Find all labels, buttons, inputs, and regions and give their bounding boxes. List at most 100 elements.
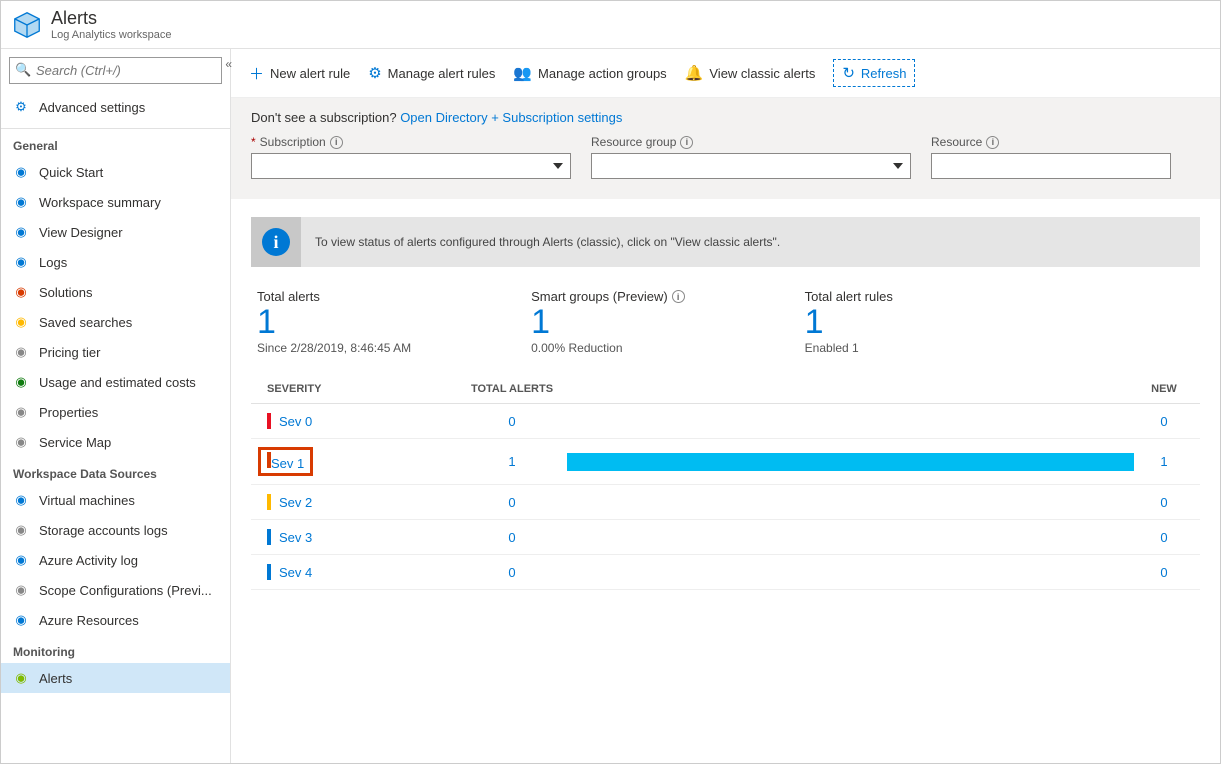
refresh-icon: ↻ xyxy=(842,64,855,82)
severity-link[interactable]: Sev 0 xyxy=(279,414,312,429)
new-alerts-cell: 1 xyxy=(1134,454,1194,469)
solutions-icon: ◉ xyxy=(13,284,29,300)
plus-icon: ＋ xyxy=(249,63,264,84)
sidebar-item-service-map[interactable]: ◉Service Map xyxy=(1,427,230,457)
cube-icon: ◉ xyxy=(13,612,29,628)
stat-total-alerts[interactable]: Total alerts 1 Since 2/28/2019, 8:46:45 … xyxy=(257,289,411,355)
filter-help-text: Don't see a subscription? Open Directory… xyxy=(251,110,1200,125)
toolbar: ＋New alert rule ⚙Manage alert rules 👥Man… xyxy=(231,49,1220,98)
gear-icon: ⚙ xyxy=(13,99,29,115)
sidebar-item-logs[interactable]: ◉Logs xyxy=(1,247,230,277)
page-header: Alerts Log Analytics workspace xyxy=(1,1,1220,49)
severity-indicator-icon xyxy=(267,529,271,545)
section-header: Workspace Data Sources xyxy=(1,457,230,485)
bar-cell xyxy=(567,563,1134,581)
people-icon: 👥 xyxy=(513,64,532,82)
new-alerts-cell: 0 xyxy=(1134,565,1194,580)
section-header: Monitoring xyxy=(1,635,230,663)
severity-link[interactable]: Sev 2 xyxy=(279,495,312,510)
new-alert-rule-button[interactable]: ＋New alert rule xyxy=(249,63,350,84)
sidebar-item-quick-start[interactable]: ◉Quick Start xyxy=(1,157,230,187)
bar-cell xyxy=(567,528,1134,546)
gear-icon: ⚙ xyxy=(368,64,381,82)
resource-group-select[interactable] xyxy=(591,153,911,179)
severity-table: SEVERITY TOTAL ALERTS NEW Sev 0 0 0 Sev 1 1 1… xyxy=(251,375,1200,590)
table-row[interactable]: Sev 0 0 0 xyxy=(251,404,1200,439)
sidebar-item-scope-configurations-previ-[interactable]: ◉Scope Configurations (Previ... xyxy=(1,575,230,605)
sidebar: « 🔍 ⚙Advanced settingsGeneral◉Quick Star… xyxy=(1,49,231,763)
sidebar-item-workspace-summary[interactable]: ◉Workspace summary xyxy=(1,187,230,217)
new-alerts-cell: 0 xyxy=(1134,495,1194,510)
total-alerts-cell: 1 xyxy=(457,454,567,469)
new-alerts-cell: 0 xyxy=(1134,530,1194,545)
manage-action-groups-button[interactable]: 👥Manage action groups xyxy=(513,64,666,82)
activity-icon: ◉ xyxy=(13,552,29,568)
total-alerts-cell: 0 xyxy=(457,565,567,580)
grid-icon: ◉ xyxy=(13,194,29,210)
sidebar-item-properties[interactable]: ◉Properties xyxy=(1,397,230,427)
logs-icon: ◉ xyxy=(13,254,29,270)
main-content: ＋New alert rule ⚙Manage alert rules 👥Man… xyxy=(231,49,1220,763)
sidebar-item-storage-accounts-logs[interactable]: ◉Storage accounts logs xyxy=(1,515,230,545)
resource-input[interactable] xyxy=(931,153,1171,179)
bar-cell xyxy=(567,493,1134,511)
stat-smart-groups[interactable]: Smart groups (Preview) i 1 0.00% Reducti… xyxy=(531,289,685,355)
bar-cell xyxy=(567,453,1134,471)
manage-alert-rules-button[interactable]: ⚙Manage alert rules xyxy=(368,64,495,82)
new-alerts-cell: 0 xyxy=(1134,414,1194,429)
severity-link[interactable]: Sev 1 xyxy=(271,456,304,471)
sidebar-item-solutions[interactable]: ◉Solutions xyxy=(1,277,230,307)
open-directory-link[interactable]: Open Directory + Subscription settings xyxy=(400,110,622,125)
total-alerts-cell: 0 xyxy=(457,530,567,545)
sidebar-advanced-settings[interactable]: ⚙Advanced settings xyxy=(1,92,230,122)
page-subtitle: Log Analytics workspace xyxy=(51,29,171,41)
info-icon[interactable]: i xyxy=(672,290,685,303)
severity-indicator-icon xyxy=(267,413,271,429)
sidebar-item-usage-and-estimated-costs[interactable]: ◉Usage and estimated costs xyxy=(1,367,230,397)
severity-link[interactable]: Sev 4 xyxy=(279,565,312,580)
info-icon[interactable]: i xyxy=(680,136,693,149)
total-alerts-cell: 0 xyxy=(457,495,567,510)
scope-icon: ◉ xyxy=(13,582,29,598)
sidebar-item-virtual-machines[interactable]: ◉Virtual machines xyxy=(1,485,230,515)
speedometer-icon: ◉ xyxy=(13,164,29,180)
page-title: Alerts xyxy=(51,8,171,29)
severity-indicator-icon xyxy=(267,564,271,580)
alert-icon: ◉ xyxy=(13,670,29,686)
total-alerts-cell: 0 xyxy=(457,414,567,429)
required-asterisk: * xyxy=(251,135,256,149)
designer-icon: ◉ xyxy=(13,224,29,240)
search-icon: 🔍 xyxy=(15,62,31,78)
table-row[interactable]: Sev 2 0 0 xyxy=(251,485,1200,520)
search-input[interactable] xyxy=(9,57,222,84)
table-row[interactable]: Sev 4 0 0 xyxy=(251,555,1200,590)
view-classic-alerts-button[interactable]: 🔔View classic alerts xyxy=(685,64,816,82)
severity-link[interactable]: Sev 3 xyxy=(279,530,312,545)
info-icon[interactable]: i xyxy=(986,136,999,149)
info-icon[interactable]: i xyxy=(330,136,343,149)
sidebar-item-view-designer[interactable]: ◉View Designer xyxy=(1,217,230,247)
sidebar-item-azure-activity-log[interactable]: ◉Azure Activity log xyxy=(1,545,230,575)
info-banner: i To view status of alerts configured th… xyxy=(251,217,1200,267)
info-circle-icon: i xyxy=(262,228,290,256)
table-header: SEVERITY TOTAL ALERTS NEW xyxy=(251,375,1200,404)
storage-icon: ◉ xyxy=(13,522,29,538)
stat-total-rules[interactable]: Total alert rules 1 Enabled 1 xyxy=(805,289,893,355)
sidebar-item-azure-resources[interactable]: ◉Azure Resources xyxy=(1,605,230,635)
sidebar-item-saved-searches[interactable]: ◉Saved searches xyxy=(1,307,230,337)
bar-cell xyxy=(567,412,1134,430)
highlight-box: Sev 1 xyxy=(258,447,313,476)
stats-row: Total alerts 1 Since 2/28/2019, 8:46:45 … xyxy=(231,267,1220,365)
bars-icon: ◉ xyxy=(13,404,29,420)
vm-icon: ◉ xyxy=(13,492,29,508)
sidebar-item-alerts[interactable]: ◉Alerts xyxy=(1,663,230,693)
bars-icon: ◉ xyxy=(13,344,29,360)
refresh-button[interactable]: ↻Refresh xyxy=(833,59,915,87)
table-row[interactable]: Sev 1 1 1 xyxy=(251,439,1200,485)
map-icon: ◉ xyxy=(13,434,29,450)
subscription-select[interactable] xyxy=(251,153,571,179)
table-row[interactable]: Sev 3 0 0 xyxy=(251,520,1200,555)
filter-bar: Don't see a subscription? Open Directory… xyxy=(231,98,1220,199)
sidebar-item-pricing-tier[interactable]: ◉Pricing tier xyxy=(1,337,230,367)
section-header: General xyxy=(1,129,230,157)
